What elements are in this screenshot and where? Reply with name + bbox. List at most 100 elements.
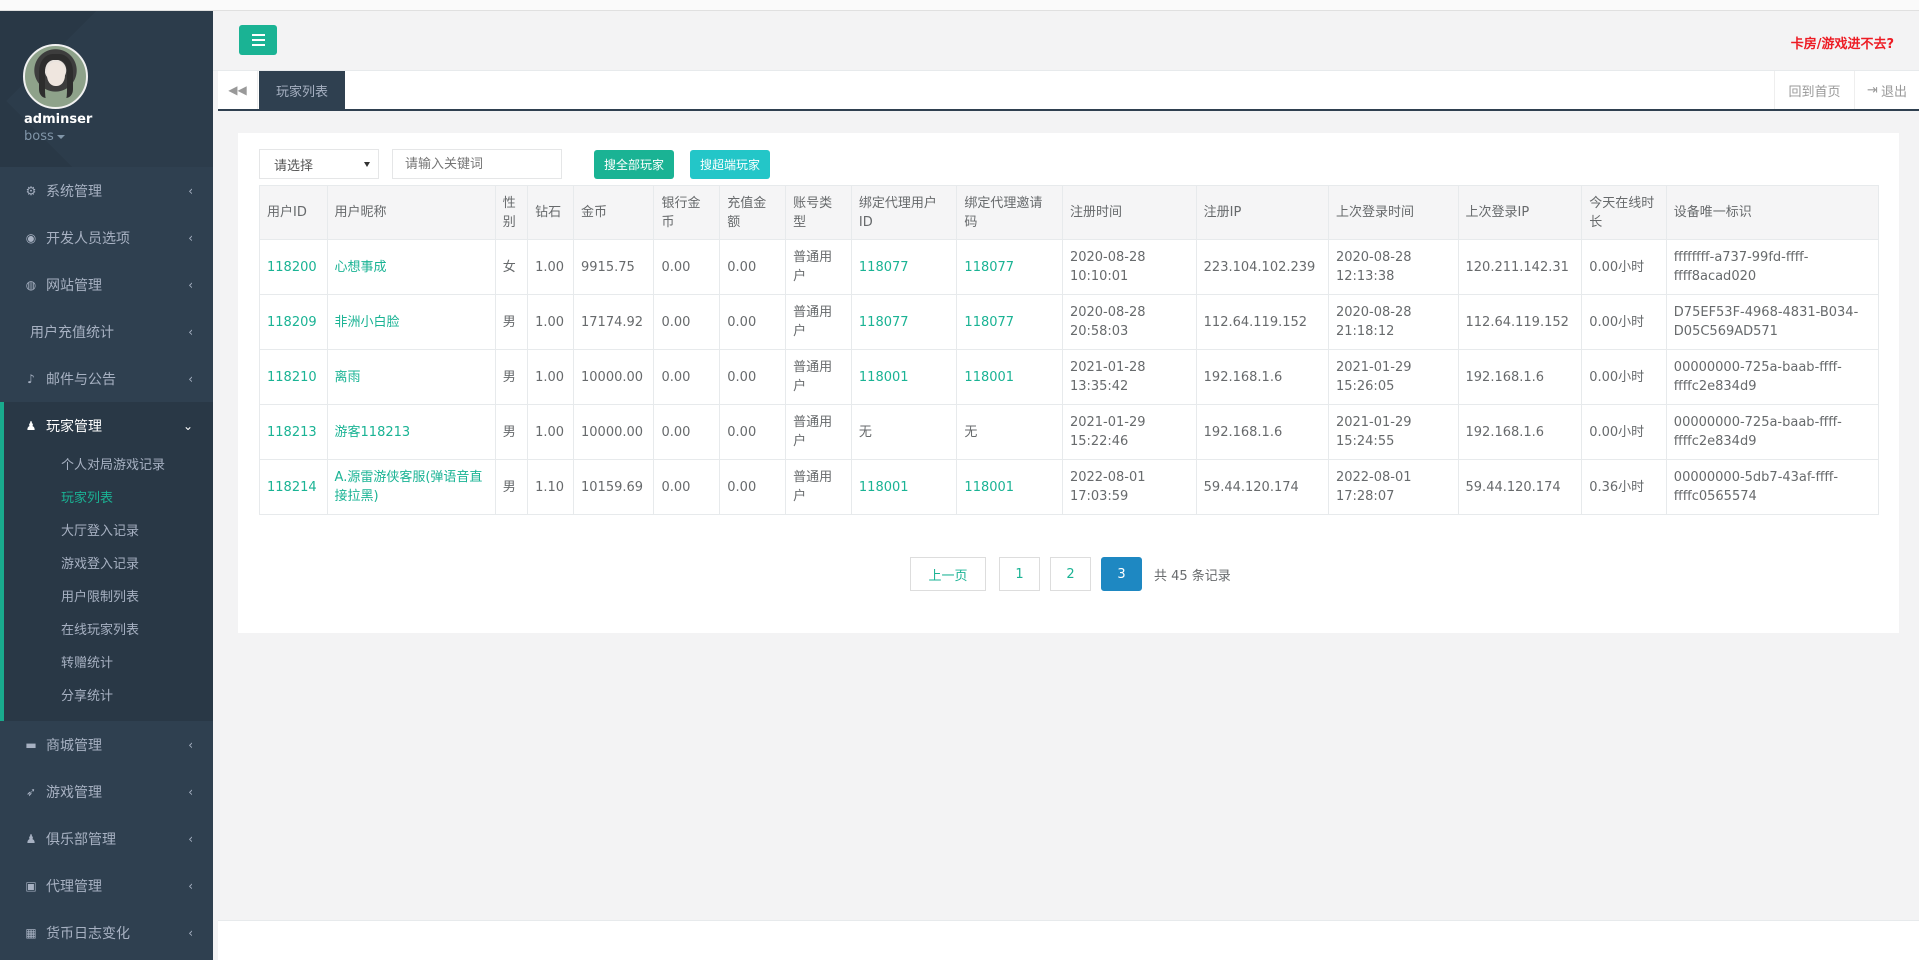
table-cell: 192.168.1.6 (1195, 349, 1329, 405)
users-icon: ♟ (25, 831, 37, 846)
sidebar-item-label: 货币日志变化 (46, 925, 130, 942)
table-cell[interactable]: 118077 (850, 294, 958, 350)
table-cell[interactable]: 118209 (259, 294, 328, 350)
submenu-item[interactable]: 分享统计 (4, 680, 213, 713)
table-cell: 0.00 (719, 239, 787, 295)
calendar-icon: ▦ (25, 925, 37, 940)
table-cell: 2021-01-29 15:26:05 (1327, 349, 1459, 405)
user-icon: ♟ (25, 418, 37, 433)
gears-icon: ⚙ (25, 183, 37, 198)
table-cell: 00000000-725a-baab-ffff-ffffc2e834d9 (1665, 349, 1880, 405)
table-cell[interactable]: 118001 (956, 349, 1063, 405)
sidebar-item[interactable]: ◍ 网站管理 ‹ (0, 261, 213, 308)
caret-down-icon (56, 134, 65, 139)
sidebar-item[interactable]: ▬ 商城管理 ‹ (0, 721, 213, 768)
table-cell[interactable]: 118214 (259, 459, 328, 515)
sidebar: adminser boss ⚙ 系统管理 ‹ ◉ 开发人员选项 ‹ ◍ 网站管理 ‹ 用户充值统计… (0, 11, 213, 960)
table-cell: 2021-01-29 15:24:55 (1327, 404, 1459, 460)
table-cell: 男 (494, 404, 529, 460)
table-cell: 2020-08-28 20:58:03 (1061, 294, 1197, 350)
sidebar-item[interactable]: ▣ 代理管理 ‹ (0, 862, 213, 909)
keyword-input[interactable] (392, 149, 562, 179)
table-cell: 120.211.142.31 (1457, 239, 1583, 295)
logout-button[interactable]: ⇥ 退出 (1854, 71, 1919, 109)
sidebar-item[interactable]: ⚙ 系统管理 ‹ (0, 167, 213, 214)
submenu-item[interactable]: 个人对局游戏记录 (4, 449, 213, 482)
table-cell: 男 (494, 294, 529, 350)
table-cell: 1.00 (527, 294, 574, 350)
topbar: 卡房/游戏进不去? (213, 11, 1919, 71)
logout-label: 退出 (1880, 84, 1907, 100)
hamburger-icon-line (251, 39, 265, 41)
sidebar-item[interactable]: ♟ 俱乐部管理 ‹ (0, 815, 213, 862)
page-button[interactable]: 1 (999, 557, 1040, 591)
table-cell[interactable]: 118210 (259, 349, 328, 405)
table-cell[interactable]: 游客118213 (326, 404, 496, 460)
table-cell[interactable]: 118213 (259, 404, 328, 460)
room-stuck-link[interactable]: 卡房/游戏进不去? (1791, 33, 1894, 52)
table-cell: 17174.92 (572, 294, 655, 350)
chevron-left-icon: ‹ (188, 832, 193, 846)
table-cell[interactable]: A.源雷游侠客服(弹语音直接拉黑) (326, 459, 496, 515)
table-cell[interactable]: 心想事成 (326, 239, 496, 295)
sidebar-item[interactable]: ◉ 开发人员选项 ‹ (0, 214, 213, 261)
submenu-item[interactable]: 用户限制列表 (4, 581, 213, 614)
page-button[interactable]: 3 (1101, 557, 1142, 591)
table-cell: 1.00 (527, 349, 574, 405)
table-cell: 192.168.1.6 (1195, 404, 1329, 460)
search-type-select[interactable]: 请选择 (259, 149, 379, 179)
chevron-left-icon: ‹ (188, 372, 193, 386)
table-cell[interactable]: 118077 (850, 239, 958, 295)
sidebar-item[interactable]: ▦ 货币日志变化 ‹ (0, 909, 213, 956)
table-row: 118213 游客118213 男 1.00 10000.00 0.00 0.00 普通用户无… (259, 404, 1880, 460)
submenu-item[interactable]: 转赠统计 (4, 647, 213, 680)
column-header: 注册时间 (1061, 185, 1197, 240)
table-cell: 2020-08-28 10:10:01 (1061, 239, 1197, 295)
filter-bar: 请选择 搜全部玩家 搜超端玩家 (259, 149, 771, 179)
table-cell[interactable]: 118001 (850, 459, 958, 515)
table-cell[interactable]: 离雨 (326, 349, 496, 405)
chevron-left-icon: ‹ (188, 926, 193, 940)
table-cell: 2021-01-29 15:22:46 (1061, 404, 1197, 460)
table-header-row: 用户ID 用户昵称 性别 钻石 金币 银行金币 充值金额 账号类型 绑定代理用户ID 绑定代理邀请… (259, 185, 1880, 240)
submenu-item[interactable]: 大厅登入记录 (4, 515, 213, 548)
table-cell[interactable]: 非洲小白脸 (326, 294, 496, 350)
user-name[interactable]: adminser (24, 112, 92, 127)
table-cell[interactable]: 118001 (956, 459, 1063, 515)
table-cell[interactable]: 118001 (850, 349, 958, 405)
sign-out-icon: ⇥ (1867, 82, 1878, 98)
search-super-players-button[interactable]: 搜超端玩家 (690, 150, 771, 179)
user-role-dropdown[interactable]: boss (24, 129, 65, 144)
back-home-button[interactable]: 回到首页 (1774, 71, 1854, 109)
table-row: 118209 非洲小白脸男 1.00 17174.92 0.00 0.00 普通用户 1180… (259, 294, 1880, 350)
submenu-item[interactable]: 游戏登入记录 (4, 548, 213, 581)
page-button[interactable]: 2 (1050, 557, 1091, 591)
table-cell: ffffffff-a737-99fd-ffff-ffff8acad020 (1665, 239, 1880, 295)
table-cell: 0.00 (653, 349, 721, 405)
table-cell: 00000000-5db7-43af-ffff-ffffc0565574 (1665, 459, 1880, 515)
table-cell[interactable]: 118200 (259, 239, 328, 295)
submenu-item[interactable]: 玩家列表 (4, 482, 213, 515)
menu-toggle-button[interactable] (239, 25, 277, 55)
table-cell[interactable]: 118077 (956, 239, 1063, 295)
chevron-left-icon: ‹ (188, 879, 193, 893)
table-cell: 59.44.120.174 (1195, 459, 1329, 515)
tab-player-list[interactable]: 玩家列表 (259, 71, 345, 109)
table-cell: D75EF53F-4968-4831-B034-D05C569AD571 (1665, 294, 1880, 350)
submenu-item[interactable]: 在线玩家列表 (4, 614, 213, 647)
sidebar-item[interactable]: 用户充值统计 ‹ (0, 308, 213, 355)
search-all-players-button[interactable]: 搜全部玩家 (594, 150, 675, 179)
chevron-left-icon: ‹ (188, 785, 193, 799)
sidebar-item[interactable]: ➶ 游戏管理 ‹ (0, 768, 213, 815)
cart-icon: ▬ (25, 737, 37, 752)
tab-scroll-left-button[interactable]: ◀◀ (218, 71, 258, 109)
table-cell: 普通用户 (785, 294, 852, 350)
table-cell: 0.00 (719, 294, 787, 350)
table-cell: 2020-08-28 12:13:38 (1327, 239, 1459, 295)
avatar[interactable] (23, 44, 88, 109)
sidebar-item-label: 俱乐部管理 (46, 831, 116, 848)
sidebar-item[interactable]: ♪ 邮件与公告 ‹ (0, 355, 213, 402)
sidebar-item[interactable]: ♟ 玩家管理 ⌄ (0, 402, 213, 449)
table-cell[interactable]: 118077 (956, 294, 1063, 350)
prev-page-button[interactable]: 上一页 (910, 557, 986, 591)
